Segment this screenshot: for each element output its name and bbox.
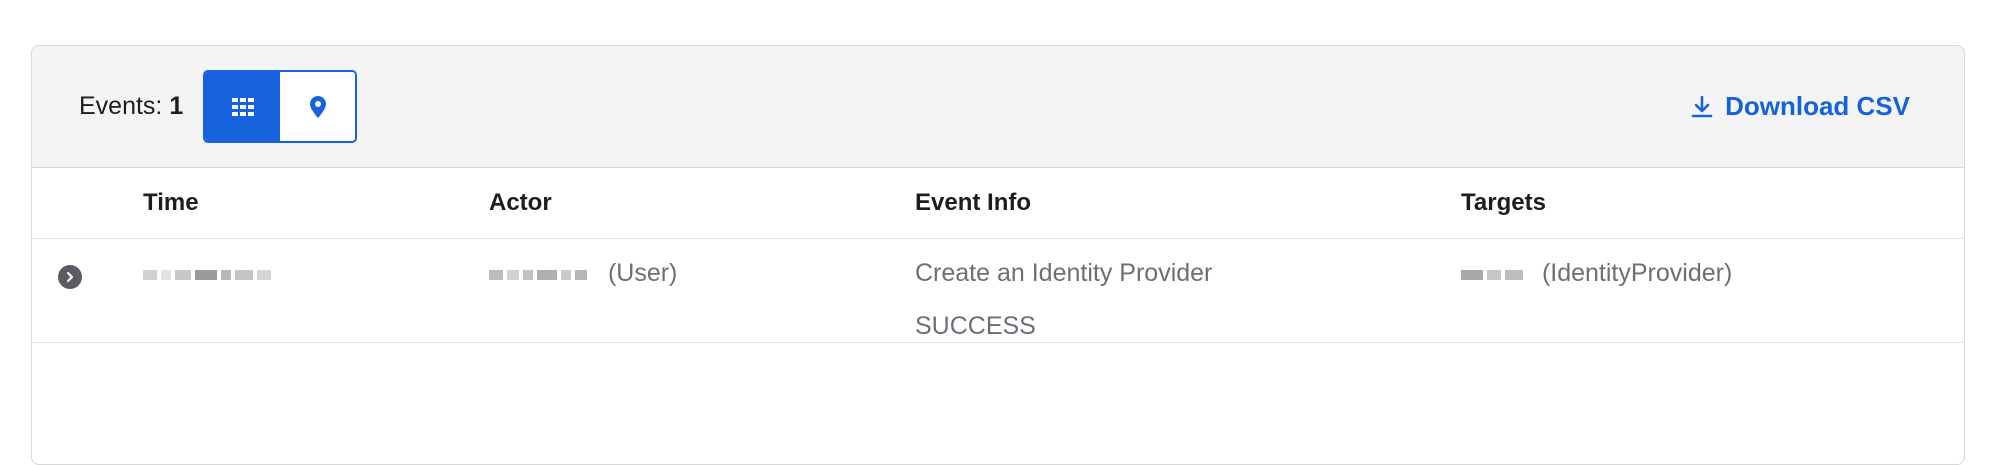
chevron-right-icon xyxy=(66,271,74,283)
header-targets: Targets xyxy=(1461,168,1964,239)
grid-view-button[interactable] xyxy=(205,72,281,141)
events-table: Time Actor Event Info Targets (User) Cre… xyxy=(32,168,1964,343)
expand-row-button[interactable] xyxy=(58,265,82,289)
events-toolbar: Events: 1 Download CSV xyxy=(32,46,1964,168)
events-label: Events: xyxy=(79,92,163,120)
actor-cell: (User) xyxy=(489,238,915,343)
events-count-value: 1 xyxy=(169,92,184,120)
table-row[interactable]: (User) Create an Identity Provider SUCCE… xyxy=(32,238,1964,343)
events-count: Events: 1 xyxy=(79,92,183,121)
targets-cell: (IdentityProvider) xyxy=(1461,238,1964,343)
download-csv-label: Download CSV xyxy=(1725,91,1910,121)
event-info-cell: Create an Identity Provider SUCCESS xyxy=(915,238,1461,343)
actor-type: (User) xyxy=(607,259,678,287)
event-status: SUCCESS xyxy=(915,312,1036,340)
map-pin-icon xyxy=(309,95,326,118)
redacted-actor xyxy=(489,260,591,289)
time-cell xyxy=(143,238,489,343)
event-name: Create an Identity Provider xyxy=(915,259,1213,287)
grid-icon xyxy=(231,97,254,116)
events-panel: Events: 1 Download CSV Time Actor Event … xyxy=(31,45,1965,465)
target-type: (IdentityProvider) xyxy=(1541,259,1733,287)
expand-cell xyxy=(32,238,143,343)
toolbar-left: Events: 1 xyxy=(79,70,358,143)
view-toggle xyxy=(203,70,358,143)
redacted-target xyxy=(1461,260,1527,289)
header-time: Time xyxy=(143,168,489,239)
download-csv-link[interactable]: Download CSV xyxy=(1691,91,1910,122)
download-icon xyxy=(1691,95,1713,117)
table-header-row: Time Actor Event Info Targets xyxy=(32,168,1964,239)
map-view-button[interactable] xyxy=(280,72,356,141)
header-event-info: Event Info xyxy=(915,168,1461,239)
header-expand xyxy=(32,168,143,239)
header-actor: Actor xyxy=(489,168,915,239)
redacted-time xyxy=(143,260,275,289)
